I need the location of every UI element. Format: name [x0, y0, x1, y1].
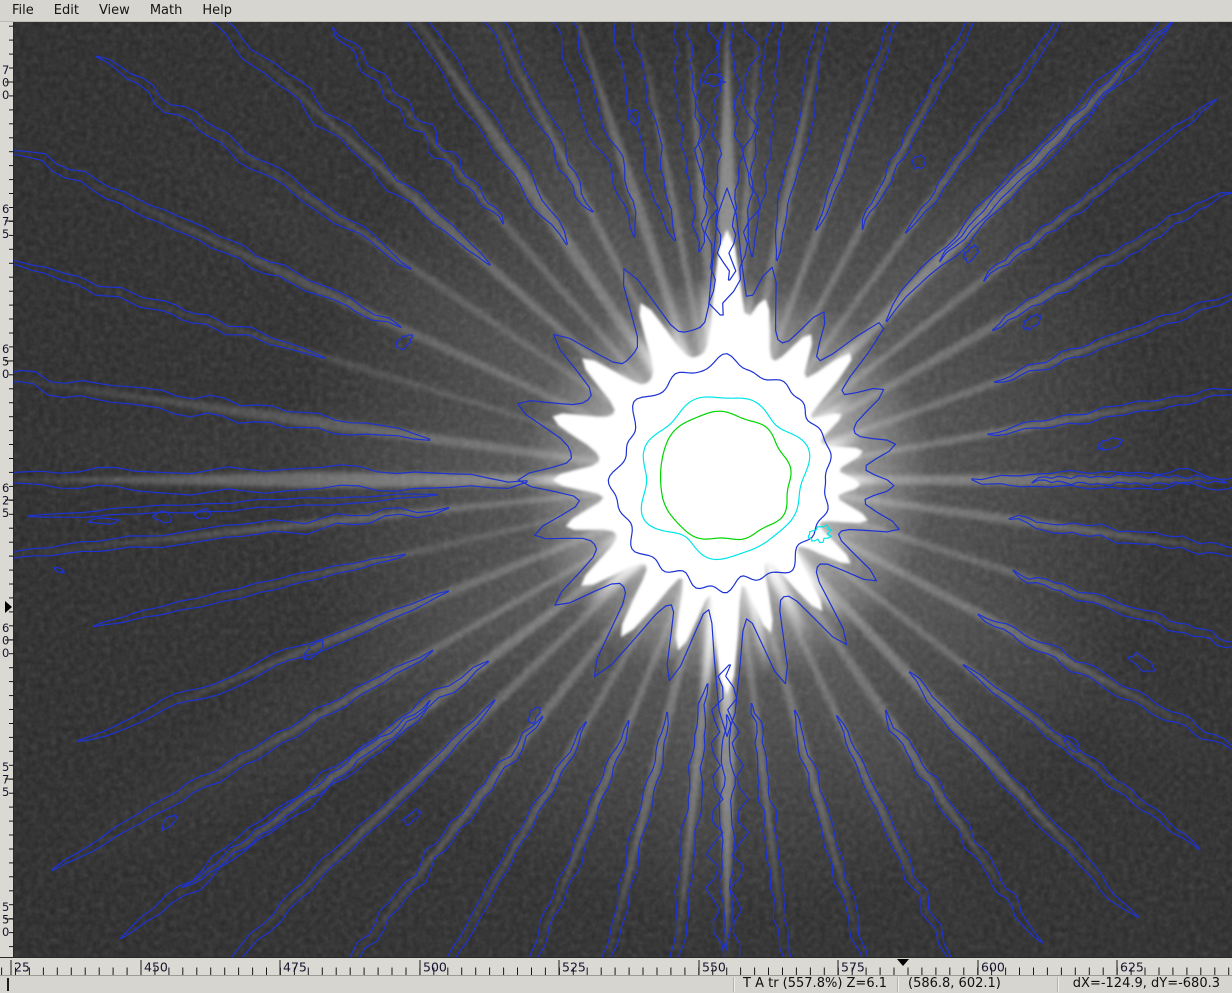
svg-text:5: 5 — [2, 506, 9, 520]
y-position-marker-icon — [5, 601, 12, 613]
image-viewer-window: FileEditViewMathHelp 7006756506256005755… — [0, 0, 1232, 993]
status-bar: T A tr (557.8%) Z=6.1 (586.8, 602.1) dX=… — [0, 975, 1232, 993]
menu-item-file[interactable]: File — [2, 1, 44, 21]
svg-text:625: 625 — [1120, 960, 1144, 975]
menu-item-edit[interactable]: Edit — [44, 1, 89, 21]
status-separator — [733, 977, 734, 992]
svg-text:0: 0 — [2, 367, 9, 381]
svg-text:450: 450 — [144, 960, 168, 975]
svg-text:5: 5 — [2, 227, 9, 241]
svg-text:475: 475 — [283, 960, 307, 975]
status-delta: dX=-124.9, dY=-680.3 — [1073, 976, 1220, 992]
menu-item-math[interactable]: Math — [140, 1, 193, 21]
x-position-marker-icon — [897, 959, 909, 966]
menu-item-view[interactable]: View — [89, 1, 140, 21]
svg-text:550: 550 — [702, 960, 726, 975]
status-mode-zoom: T A tr (557.8%) Z=6.1 — [743, 976, 887, 992]
vertical-ruler: 700675650625600575550 — [0, 22, 14, 957]
horizontal-ruler-ticks — [2, 968, 1229, 976]
svg-text:0: 0 — [2, 646, 9, 660]
horizontal-ruler: 25 450 475 500 525 550 575 600 625 — [0, 957, 1232, 975]
status-separator — [1057, 977, 1058, 992]
image-canvas[interactable] — [14, 22, 1232, 957]
svg-text:0: 0 — [2, 88, 9, 102]
svg-text:500: 500 — [423, 960, 447, 975]
menu-bar: FileEditViewMathHelp — [0, 0, 1232, 22]
vertical-ruler-labels: 700675650625600575550 — [2, 63, 9, 939]
svg-text:5: 5 — [2, 785, 9, 799]
svg-text:575: 575 — [841, 960, 865, 975]
svg-text:600: 600 — [981, 960, 1005, 975]
status-cursor-pos: (586.8, 602.1) — [908, 976, 1001, 992]
svg-text:0: 0 — [2, 925, 9, 939]
menu-item-help[interactable]: Help — [192, 1, 242, 21]
horizontal-ruler-labels: 25 450 475 500 525 550 575 600 625 — [14, 960, 1144, 975]
image-viewport[interactable] — [14, 22, 1232, 957]
svg-text:525: 525 — [562, 960, 586, 975]
status-separator — [897, 977, 898, 992]
svg-text:25: 25 — [14, 960, 30, 975]
status-caret — [7, 978, 9, 991]
